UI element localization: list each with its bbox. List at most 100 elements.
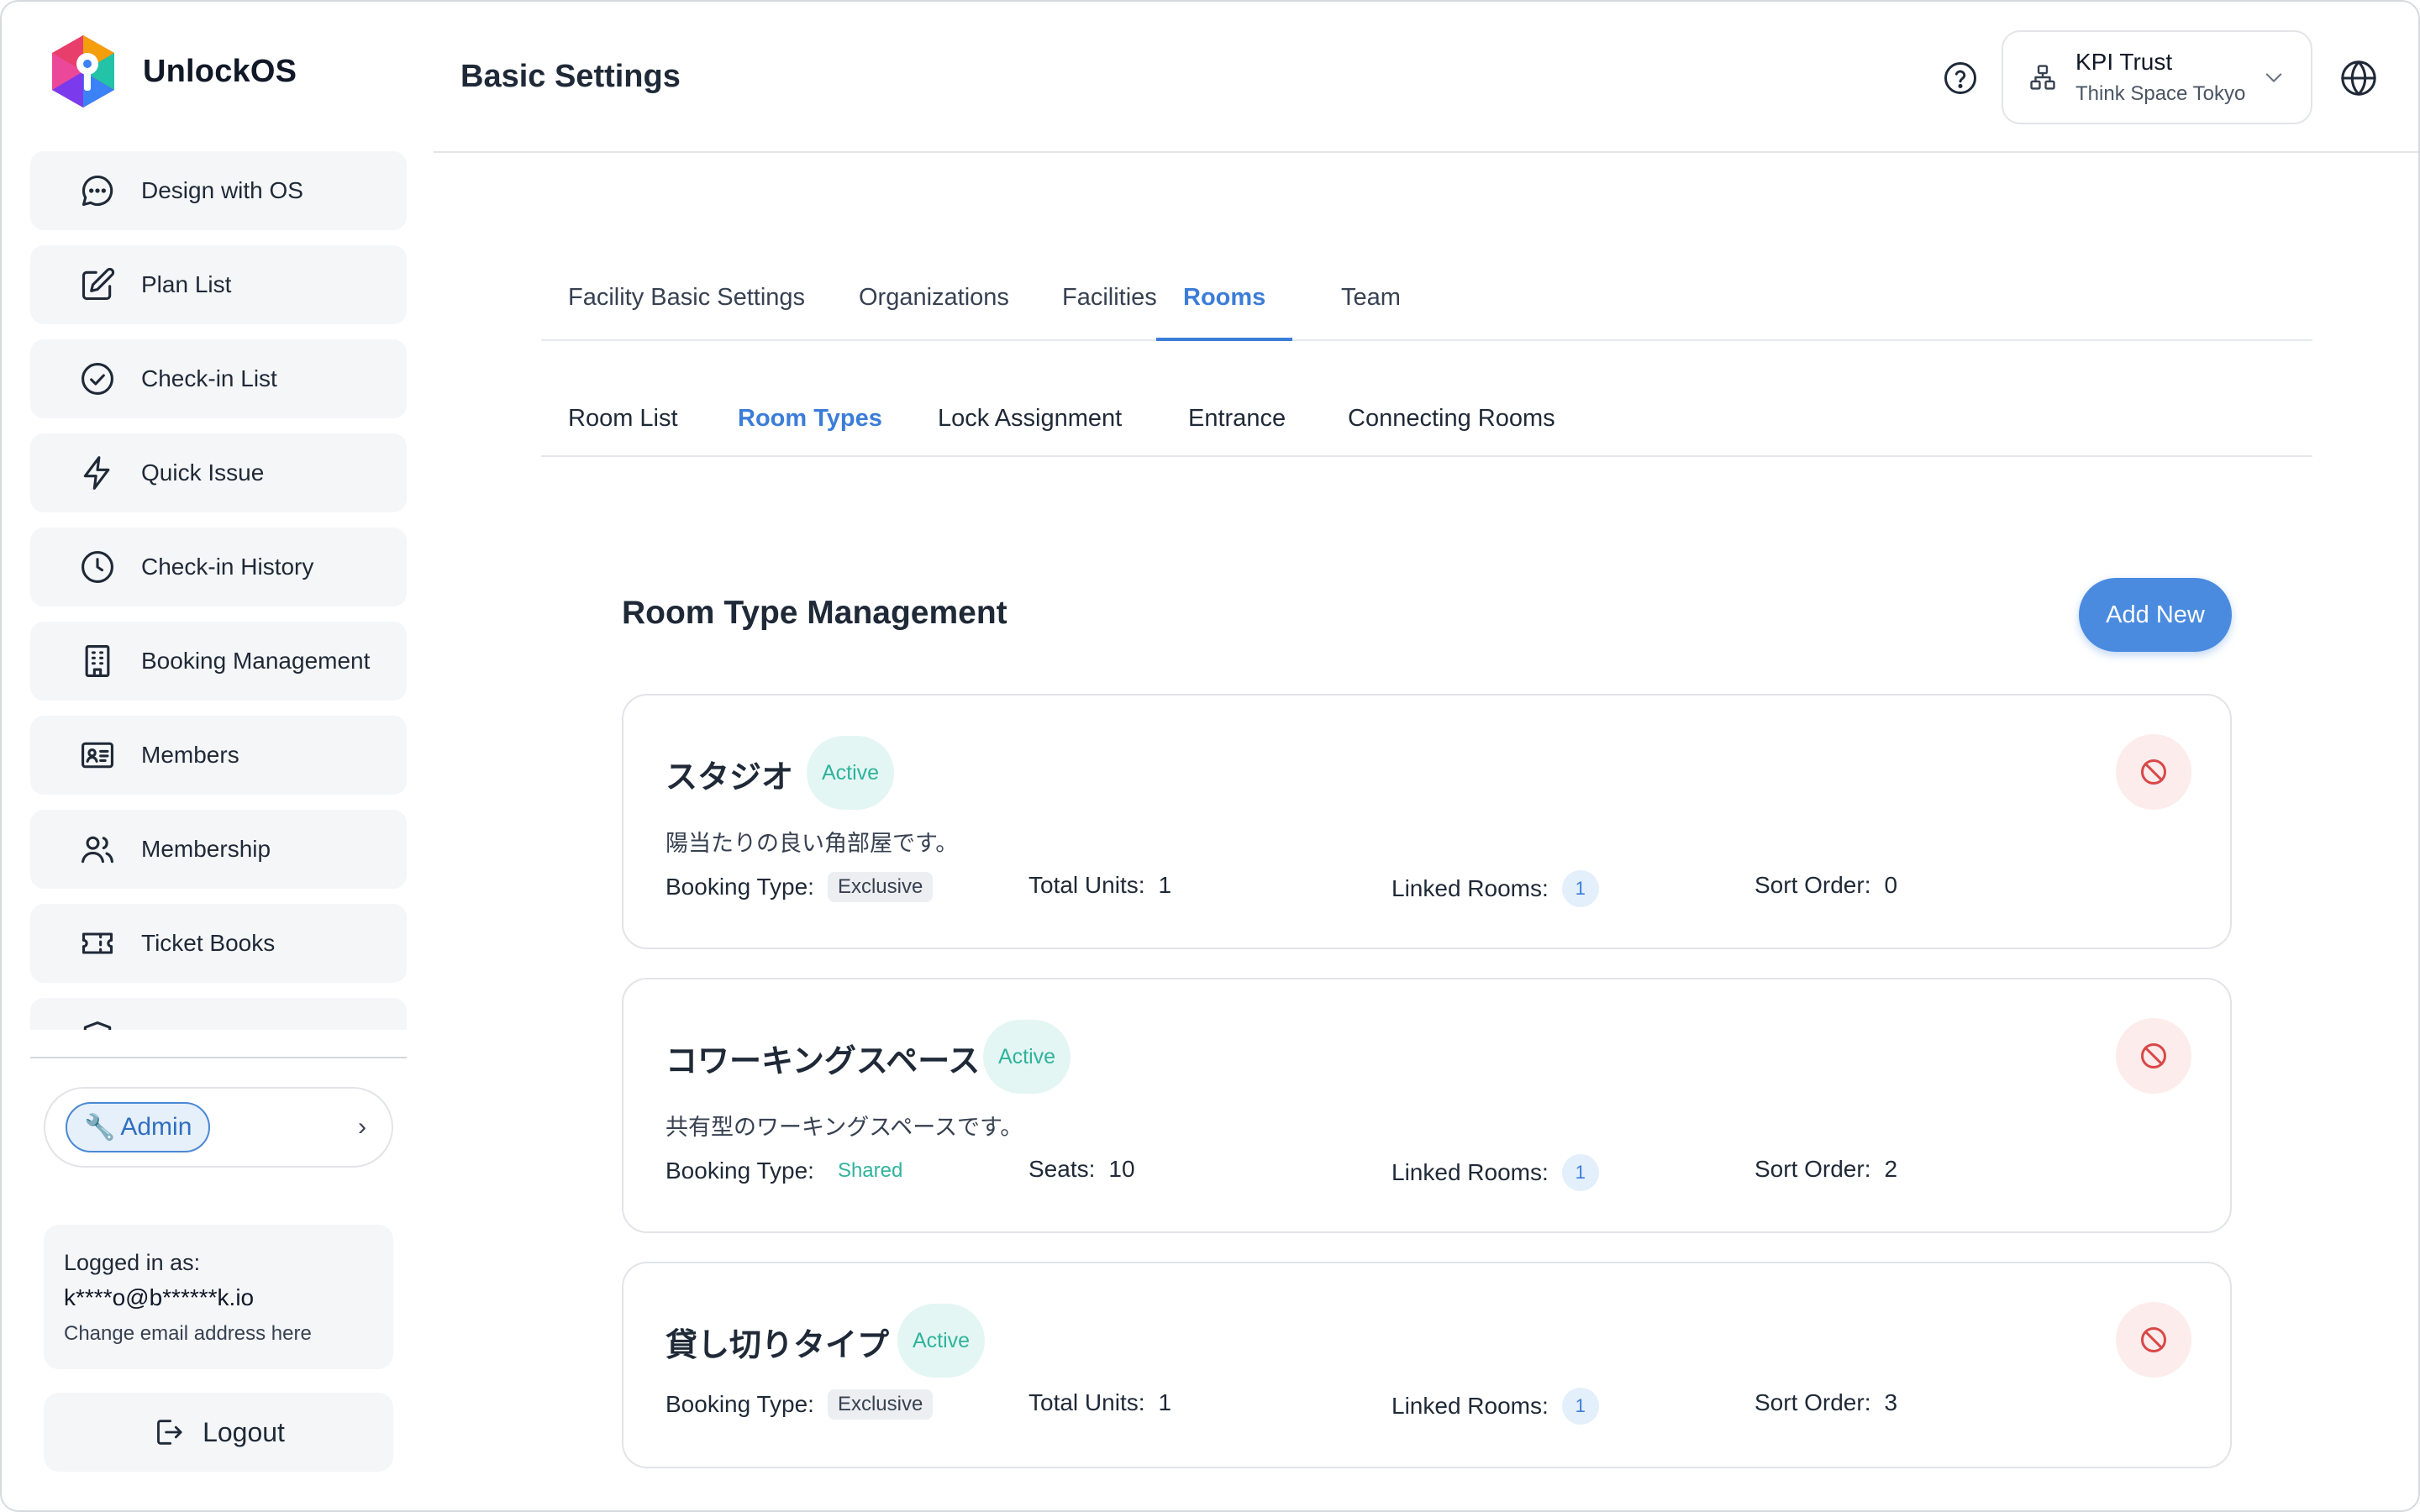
- brand-name: UnlockOS: [143, 53, 297, 89]
- disable-button[interactable]: [2116, 1302, 2191, 1378]
- sort-order-value: 2: [1884, 1156, 1898, 1182]
- logout-button[interactable]: Logout: [44, 1393, 393, 1472]
- booking-type-label: Booking Type:: [666, 1158, 814, 1184]
- sort-order-value: 3: [1884, 1389, 1898, 1415]
- sidebar-divider: [30, 1057, 407, 1058]
- unlockos-logo-icon: [52, 35, 114, 108]
- sort-order-value: 0: [1884, 872, 1898, 898]
- wrench-icon: 🔧: [84, 1113, 116, 1142]
- room-type-name: コワーキングスペース: [666, 1044, 981, 1079]
- sort-order: Sort Order: 2: [1754, 1156, 1897, 1183]
- status-badge: Active: [897, 1304, 985, 1378]
- check-circle-icon: [82, 363, 113, 395]
- sidebar-item-quick-issue[interactable]: Quick Issue: [30, 433, 407, 512]
- ban-icon: [2141, 1327, 2166, 1352]
- brand[interactable]: UnlockOS: [49, 34, 297, 109]
- ban-icon: [2141, 759, 2166, 785]
- room-type-name: スタジオ: [666, 760, 794, 795]
- sort-order-label: Sort Order:: [1754, 872, 1871, 898]
- login-label: Logged in as:: [64, 1250, 201, 1275]
- org-name: KPI Trust: [2075, 49, 2173, 75]
- sidebar-item-label: Check-in History: [141, 554, 314, 580]
- section-title: Room Type Management: [622, 595, 1007, 631]
- sidebar-item-more[interactable]: [30, 998, 407, 1030]
- top-header: Basic Settings KPI Trust Think Space Tok…: [434, 2, 2418, 153]
- help-icon[interactable]: [1943, 60, 1978, 96]
- app-window: UnlockOS Design with OS Plan List Check-…: [0, 0, 2420, 1512]
- linked-rooms-label: Linked Rooms:: [1392, 875, 1549, 901]
- status-badge: Active: [807, 736, 894, 810]
- sidebar-item-check-in-history[interactable]: Check-in History: [30, 528, 407, 606]
- ticket-icon: [82, 932, 113, 954]
- login-email: k****o@b******k.io: [64, 1284, 255, 1310]
- total-units: Total Units: 1: [1028, 1389, 1171, 1416]
- sidebar-item-label: Quick Issue: [141, 459, 265, 486]
- seats: Seats: 10: [1028, 1156, 1135, 1183]
- sidebar-item-design-with-os[interactable]: Design with OS: [30, 151, 407, 230]
- users-icon: [82, 836, 113, 864]
- subtab-room-list[interactable]: Room List: [568, 391, 678, 457]
- organization-switcher[interactable]: KPI Trust Think Space Tokyo: [2002, 30, 2312, 124]
- sidebar-item-label: Members: [141, 742, 239, 768]
- status-badge: Active: [983, 1020, 1071, 1094]
- total-units: Total Units: 1: [1028, 872, 1171, 899]
- sidebar-item-label: Check-in List: [141, 365, 277, 391]
- chevron-down-icon: [2265, 73, 2282, 82]
- role-label: Admin: [120, 1113, 192, 1141]
- subtab-room-types[interactable]: Room Types: [738, 391, 882, 457]
- booking-type-tag: Exclusive: [827, 1389, 934, 1420]
- id-card-icon: [82, 742, 113, 769]
- sidebar-item-label: Membership: [141, 836, 271, 862]
- sidebar-item-plan-list[interactable]: Plan List: [30, 245, 407, 324]
- tab-team[interactable]: Team: [1341, 270, 1401, 341]
- seats-value: 10: [1108, 1156, 1135, 1182]
- sidebar-item-check-in-list[interactable]: Check-in List: [30, 339, 407, 418]
- sidebar-item-label: Ticket Books: [141, 930, 276, 956]
- room-type-card[interactable]: スタジオ Active 陽当たりの良い角部屋です。 Booking Type: …: [622, 694, 2232, 949]
- linked-rooms: Linked Rooms: 1: [1392, 1154, 1599, 1191]
- sidebar-nav: Design with OS Plan List Check-in List Q…: [30, 151, 407, 1030]
- sidebar-item-label: Design with OS: [141, 177, 303, 203]
- room-type-name: 貸し切りタイプ: [666, 1328, 890, 1363]
- booking-type: Booking Type: Shared: [666, 1156, 913, 1186]
- disable-button[interactable]: [2116, 1018, 2191, 1094]
- total-units-label: Total Units:: [1028, 872, 1145, 898]
- facility-name: Think Space Tokyo: [2075, 82, 2246, 105]
- linked-rooms-count: 1: [1561, 1388, 1599, 1425]
- logout-label: Logout: [203, 1416, 285, 1447]
- room-type-card[interactable]: 貸し切りタイプ Active Booking Type: Exclusive T…: [622, 1262, 2232, 1468]
- settings-tabs: Facility Basic Settings Organizations Fa…: [541, 270, 2312, 341]
- chat-bubble-icon: [82, 175, 113, 207]
- rooms-subtabs: Room List Room Types Lock Assignment Ent…: [541, 391, 2312, 457]
- linked-rooms-label: Linked Rooms:: [1392, 1159, 1549, 1185]
- sidebar: UnlockOS Design with OS Plan List Check-…: [2, 2, 434, 1510]
- sidebar-item-membership[interactable]: Membership: [30, 810, 407, 889]
- linked-rooms: Linked Rooms: 1: [1392, 1388, 1599, 1425]
- sidebar-item-ticket-books[interactable]: Ticket Books: [30, 904, 407, 983]
- room-type-description: 陽当たりの良い角部屋です。: [666, 831, 959, 856]
- linked-rooms-count: 1: [1561, 870, 1599, 907]
- add-new-button[interactable]: Add New: [2079, 578, 2232, 652]
- tab-facilities[interactable]: Facilities: [1062, 270, 1157, 341]
- sort-order-label: Sort Order:: [1754, 1156, 1871, 1182]
- sort-order: Sort Order: 0: [1754, 872, 1897, 899]
- room-type-description: 共有型のワーキングスペースです。: [666, 1115, 1023, 1140]
- subtab-lock-assignment[interactable]: Lock Assignment: [938, 391, 1122, 457]
- tab-rooms[interactable]: Rooms: [1156, 270, 1293, 341]
- globe-icon[interactable]: [2339, 59, 2378, 97]
- subtab-entrance[interactable]: Entrance: [1188, 391, 1286, 457]
- linked-rooms-label: Linked Rooms:: [1392, 1393, 1549, 1419]
- shield-icon: [83, 1021, 112, 1030]
- role-switcher[interactable]: 🔧 Admin ›: [44, 1087, 393, 1168]
- sidebar-item-members[interactable]: Members: [30, 716, 407, 795]
- disable-button[interactable]: [2116, 734, 2191, 810]
- room-type-card[interactable]: コワーキングスペース Active 共有型のワーキングスペースです。 Booki…: [622, 978, 2232, 1233]
- seats-label: Seats:: [1028, 1156, 1096, 1182]
- booking-type-label: Booking Type:: [666, 874, 814, 900]
- tab-organizations[interactable]: Organizations: [859, 270, 1009, 341]
- sidebar-item-booking-management[interactable]: Booking Management: [30, 622, 407, 701]
- admin-role-badge: 🔧 Admin: [66, 1102, 211, 1152]
- subtab-connecting-rooms[interactable]: Connecting Rooms: [1348, 391, 1555, 457]
- change-email-link[interactable]: Change email address here: [64, 1315, 373, 1352]
- tab-facility-basic-settings[interactable]: Facility Basic Settings: [568, 270, 805, 341]
